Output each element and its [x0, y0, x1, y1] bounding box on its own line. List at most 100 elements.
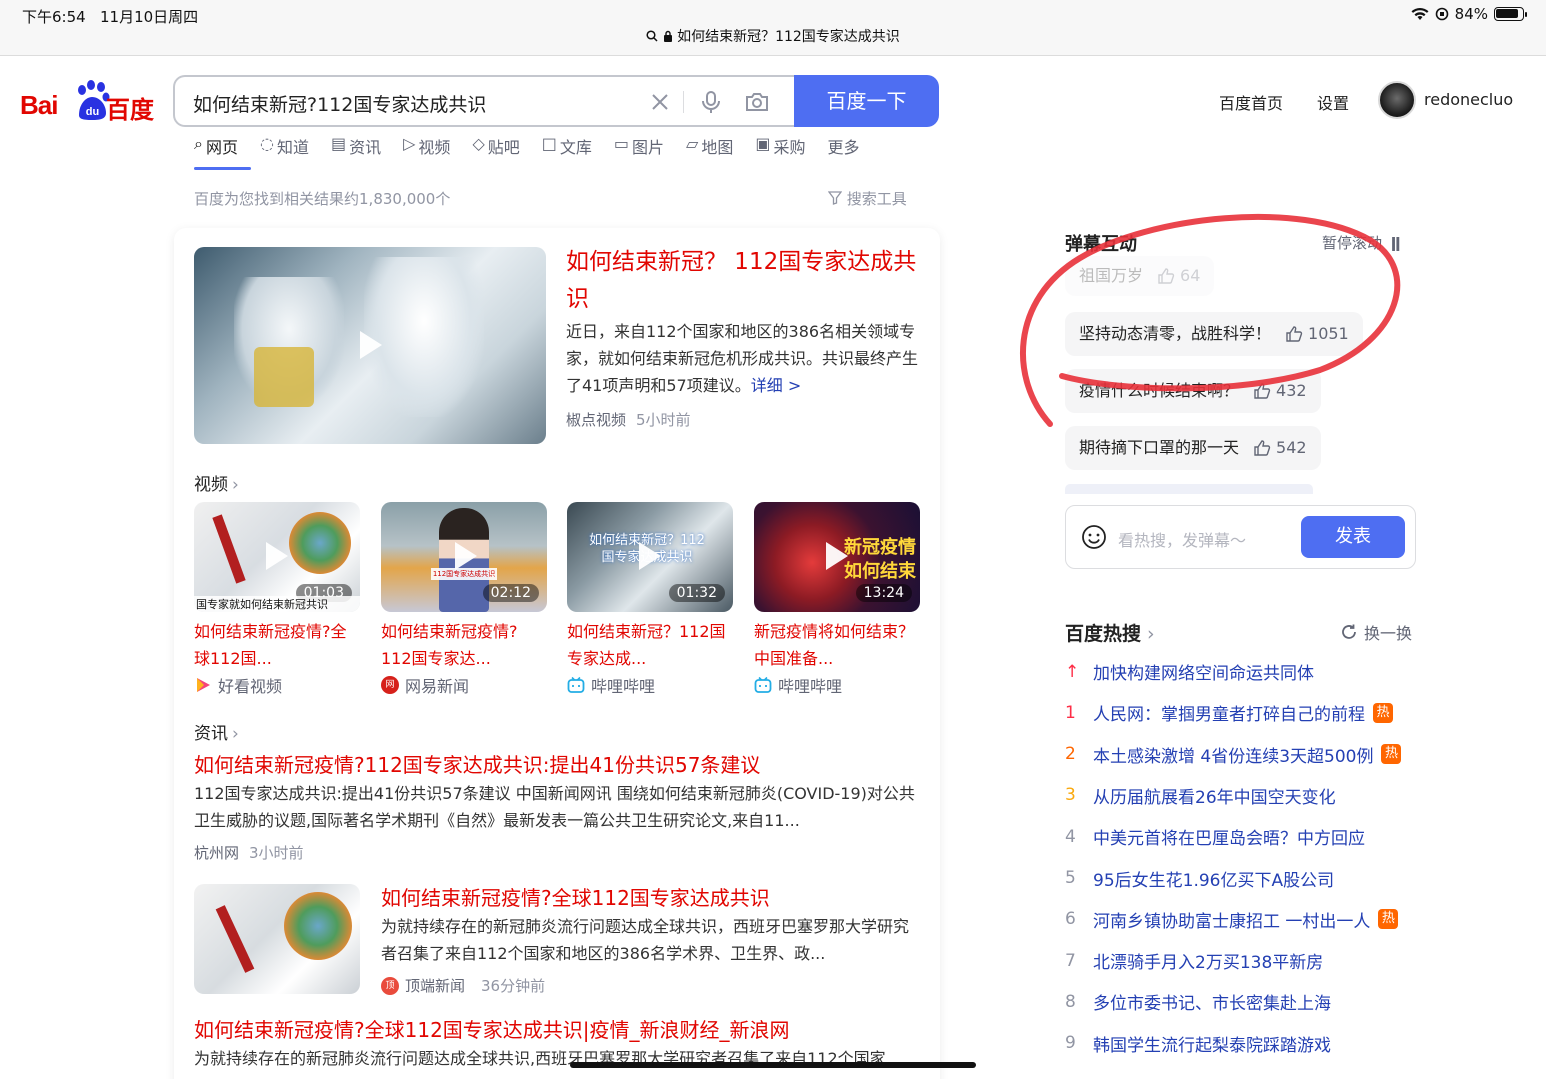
video-title[interactable]: 新冠疫情将如何结束？中国准备... — [754, 618, 920, 672]
camera-icon[interactable] — [744, 89, 770, 115]
tab-icon: ▣ — [755, 138, 771, 153]
publish-age: 5小时前 — [636, 411, 691, 429]
home-link[interactable]: 百度首页 — [1219, 90, 1283, 114]
main-desc-text: 近日，来自112个国家和地区的386名相关领域专家，就如何结束新冠危机形成共识。… — [566, 322, 919, 395]
publish-age: 36分钟前 — [481, 977, 546, 995]
news-desc: 112国专家达成共识:提出41份共识57条建议 中国新闻网讯 围绕如何结束新冠肺… — [194, 784, 915, 830]
tab-label: 文库 — [559, 138, 592, 157]
hot-list-item[interactable]: 4 中美元首将在巴厘岛会晤？中方回应 — [1065, 824, 1365, 850]
danmaku-item[interactable]: 疫情什么时候结束啊？ 432 — [1065, 369, 1321, 413]
baidu-logo[interactable]: Bai du 百度 — [20, 78, 155, 124]
hot-list-item[interactable]: 8 多位市委书记、市长密集赴上海 — [1065, 989, 1331, 1015]
status-bar: 下午6:54 11月10日周四 84% 如何结束新冠？112国专家达成共识 — [0, 0, 1546, 56]
video-caption: 国专家就如何结束新冠共识 — [194, 596, 360, 612]
main-result-title[interactable]: 如何结束新冠？ 112国专家达成共识 — [566, 244, 920, 318]
pause-icon: ǁ — [1390, 234, 1401, 252]
news-section-label[interactable]: 资讯 › — [194, 719, 239, 744]
settings-link[interactable]: 设置 — [1317, 90, 1349, 114]
username[interactable]: redonecluo — [1424, 90, 1513, 109]
video-thumbnail[interactable]: 01:03 国专家就如何结束新冠共识 — [194, 502, 360, 612]
hot-list-item[interactable]: ↑ 加快构建网络空间命运共同体 — [1065, 659, 1314, 685]
section-label-text: 视频 — [194, 475, 228, 495]
chevron-right-icon: › — [232, 724, 239, 744]
play-icon — [455, 542, 477, 570]
publish-age: 3小时前 — [249, 844, 304, 862]
home-indicator[interactable] — [570, 1062, 976, 1068]
tab-video[interactable]: ▷ 视频 — [403, 138, 450, 168]
refresh-label: 换一换 — [1364, 624, 1413, 643]
news-desc: 为就持续存在的新冠肺炎流行问题达成全球共识，西班牙巴塞罗那大学研究者召集了来自1… — [381, 917, 910, 963]
tab-purchase[interactable]: ▣ 采购 — [755, 138, 805, 168]
tab-tieba[interactable]: ◇ 贴吧 — [472, 138, 519, 168]
play-icon — [826, 542, 848, 570]
video-thumbnail[interactable]: 112国专家达成共识 02:12 — [381, 502, 547, 612]
hot-list-item[interactable]: 5 95后女生花1.96亿买下A股公司 — [1065, 866, 1334, 891]
danmaku-item[interactable]: 期待摘下口罩的那一天 542 — [1065, 426, 1321, 470]
netease-icon: 网 — [381, 676, 399, 694]
tab-label: 网页 — [205, 138, 238, 157]
news-title[interactable]: 如何结束新冠疫情?全球112国专家达成共识|疫情_新浪财经_新浪网 — [194, 1014, 790, 1043]
news-thumbnail[interactable] — [194, 884, 360, 994]
hot-list-item[interactable]: 6 河南乡镇协助富士康招工 一村出一人热 — [1065, 907, 1399, 932]
avatar[interactable] — [1378, 81, 1416, 119]
microphone-icon[interactable] — [698, 89, 724, 115]
danmaku-send-button[interactable]: 发表 — [1301, 516, 1405, 558]
url-bar[interactable]: 如何结束新冠？112国专家达成共识 — [0, 26, 1546, 46]
chevron-right-icon: › — [232, 475, 239, 495]
search-input[interactable]: 如何结束新冠?112国专家达成共识 — [173, 75, 795, 127]
more-link[interactable]: 详细 > — [751, 376, 802, 395]
tab-icon: ▤ — [330, 138, 347, 153]
source-name: 椒点视频 — [566, 411, 627, 429]
search-icon — [646, 30, 658, 42]
video-thumbnail[interactable]: 如何结束新冠？112国专家达成共识 01:32 — [567, 502, 733, 612]
video-title[interactable]: 如何结束新冠疫情?全球112国... — [194, 618, 360, 672]
hot-list-item[interactable]: 9 韩国学生流行起梨泰院踩踏游戏 — [1065, 1031, 1331, 1056]
tab-map[interactable]: ▱ 地图 — [686, 138, 733, 168]
danmaku-placeholder: 看热搜，发弹幕～ — [1118, 531, 1247, 550]
tab-label: 视频 — [418, 138, 451, 157]
source-name: 哔哩哔哩 — [778, 677, 843, 696]
hot-search-title[interactable]: 百度热搜 › — [1065, 619, 1155, 646]
danmaku-text: 期待摘下口罩的那一天 — [1079, 438, 1240, 457]
clear-icon[interactable] — [647, 89, 673, 115]
main-video-thumbnail[interactable] — [194, 247, 546, 444]
news-title[interactable]: 如何结束新冠疫情?全球112国专家达成共识 — [381, 882, 770, 911]
tab-web[interactable]: ⌕ 网页 — [194, 138, 238, 168]
news-desc: 为就持续存在的新冠肺炎流行问题达成全球共识,西班牙巴塞罗那大学研究者召集了来自1… — [194, 1049, 886, 1068]
videos-section-label[interactable]: 视频 › — [194, 470, 239, 495]
hot-list-item[interactable]: 1 人民网：掌掴男童者打碎自己的前程热 — [1065, 700, 1393, 725]
danmaku-item[interactable]: 祖国万岁 64 — [1065, 256, 1215, 296]
search-tools-button[interactable]: 搜索工具 — [827, 188, 907, 209]
active-tab-indicator — [194, 167, 251, 170]
video-title[interactable]: 如何结束新冠疫情?112国专家达... — [381, 618, 547, 672]
hot-list-item[interactable]: 2 本土感染激增 4省份连续3天超500例热 — [1065, 742, 1402, 767]
danmaku-item[interactable]: 坚持动态清零，战胜科学！ 1051 — [1065, 312, 1363, 356]
news-title[interactable]: 如何结束新冠疫情?112国专家达成共识:提出41份共识57条建议 — [194, 749, 760, 778]
search-query-text: 如何结束新冠?112国专家达成共识 — [193, 94, 487, 116]
tab-images[interactable]: ▭ 图片 — [614, 138, 664, 168]
dingduan-icon: 顶 — [381, 976, 399, 995]
refresh-icon — [1342, 624, 1356, 639]
hot-text: 从历届航展看26年中国空天变化 — [1093, 787, 1336, 808]
video-title[interactable]: 如何结束新冠？112国专家达成... — [567, 618, 733, 672]
tab-label: 知道 — [276, 138, 309, 157]
emoji-icon[interactable] — [1081, 524, 1107, 550]
tab-news[interactable]: ▤ 资讯 — [331, 138, 381, 168]
hot-rank: 3 — [1065, 785, 1076, 806]
hot-badge: 热 — [1378, 909, 1399, 930]
hot-list-item[interactable]: 3 从历届航展看26年中国空天变化 — [1065, 783, 1336, 808]
like-count: 64 — [1157, 256, 1200, 296]
tab-icon: ⌕ — [194, 138, 203, 153]
tab-label: 贴吧 — [487, 138, 520, 157]
hot-text: 加快构建网络空间命运共同体 — [1093, 664, 1314, 684]
tab-more[interactable]: 更多 — [828, 138, 860, 168]
hot-list-item[interactable]: 7 北漂骑手月入2万买138平新房 — [1065, 948, 1323, 974]
tab-zhidao[interactable]: ◌ 知道 — [260, 138, 309, 168]
tab-wenku[interactable]: □ 文库 — [542, 138, 592, 168]
pause-label: 暂停滚动 — [1322, 234, 1383, 252]
danmaku-text: 疫情什么时候结束啊？ — [1079, 381, 1240, 400]
danmaku-pause-button[interactable]: 暂停滚动 ǁ — [1322, 232, 1401, 253]
video-thumbnail[interactable]: 新冠疫情 如何结束 13:24 — [754, 502, 920, 612]
refresh-button[interactable]: 换一换 — [1340, 620, 1412, 644]
search-button[interactable]: 百度一下 — [794, 75, 939, 127]
